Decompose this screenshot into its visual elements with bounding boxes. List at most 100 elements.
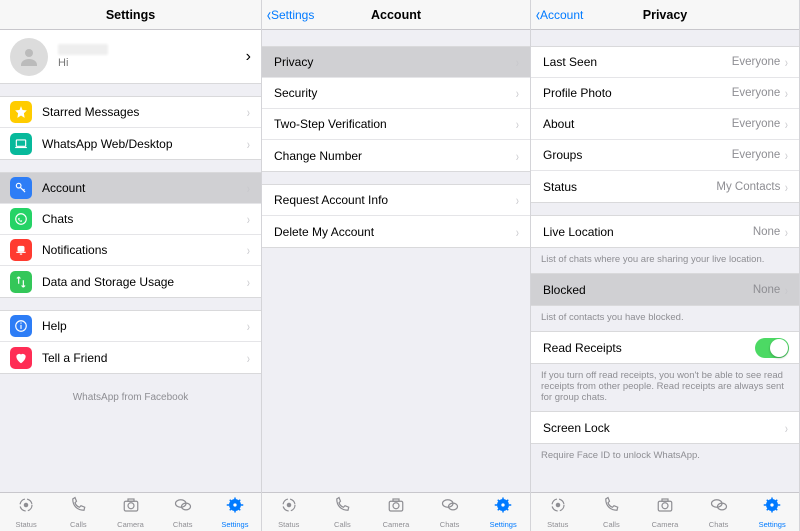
chevron-left-icon: ‹ <box>267 6 271 24</box>
tab-camera[interactable]: Camera <box>104 493 156 531</box>
tab-label: Camera <box>652 520 679 529</box>
row-label: Blocked <box>543 283 753 297</box>
row-read-receipts[interactable]: Read Receipts <box>531 332 799 363</box>
tabbar: Status Calls Camera Chats Settings <box>262 492 530 531</box>
tab-status[interactable]: Status <box>0 493 52 531</box>
row-value: None <box>753 284 781 296</box>
chevron-right-icon: › <box>247 318 250 334</box>
tab-calls[interactable]: Calls <box>585 493 639 531</box>
tabbar: Status Calls Camera Chats Settings <box>0 492 261 531</box>
row-screen-lock[interactable]: Screen Lock › <box>531 412 799 443</box>
chevron-left-icon: ‹ <box>536 6 540 24</box>
tab-label: Status <box>15 520 36 529</box>
tab-label: Chats <box>173 520 193 529</box>
profile-text: Hi <box>58 44 108 69</box>
gear-icon <box>494 496 512 519</box>
row-delete[interactable]: Delete My Account › <box>262 216 530 247</box>
navbar: ‹ Settings Account <box>262 0 530 30</box>
back-label: Account <box>540 8 583 22</box>
section-note: Require Face ID to unlock WhatsApp. <box>531 444 799 469</box>
row-value: My Contacts <box>716 181 780 193</box>
profile-status: Hi <box>58 57 108 69</box>
chevron-right-icon: › <box>516 85 519 101</box>
row-label: Two-Step Verification <box>274 117 515 131</box>
tab-settings-tab[interactable]: Settings <box>476 493 530 531</box>
privacy-scroll[interactable]: Last Seen Everyone › Profile Photo Every… <box>531 30 799 492</box>
chatbubbles-icon <box>441 496 459 519</box>
phone-icon <box>333 496 351 519</box>
profile-row[interactable]: Hi › <box>0 30 261 84</box>
row-value: Everyone <box>732 149 781 161</box>
row-notifications[interactable]: Notifications › <box>0 235 261 266</box>
camera-icon <box>656 496 674 519</box>
tab-settings-tab[interactable]: Settings <box>745 493 799 531</box>
tab-label: Status <box>547 520 568 529</box>
row-help[interactable]: Help › <box>0 311 261 342</box>
settings-pane: Settings Hi › Starred Messages › WhatsAp… <box>0 0 262 531</box>
row-twostep[interactable]: Two-Step Verification › <box>262 109 530 140</box>
row-status[interactable]: Status My Contacts › <box>531 171 799 202</box>
tab-status[interactable]: Status <box>531 493 585 531</box>
tab-chats-tab[interactable]: Chats <box>692 493 746 531</box>
chevron-right-icon: › <box>516 54 519 70</box>
row-data[interactable]: Data and Storage Usage › <box>0 266 261 297</box>
avatar <box>10 38 48 76</box>
back-button[interactable]: ‹ Settings <box>266 6 314 24</box>
row-account[interactable]: Account › <box>0 173 261 204</box>
row-value: Everyone <box>732 87 781 99</box>
chevron-right-icon: › <box>785 54 788 70</box>
tab-chats-tab[interactable]: Chats <box>157 493 209 531</box>
row-blocked[interactable]: Blocked None › <box>531 274 799 305</box>
page-title: Settings <box>106 8 155 22</box>
page-title: Account <box>371 8 421 22</box>
tab-status[interactable]: Status <box>262 493 316 531</box>
row-label: Change Number <box>274 149 515 163</box>
chevron-right-icon: › <box>247 180 250 196</box>
row-label: Starred Messages <box>42 105 246 119</box>
chevron-right-icon: › <box>785 116 788 132</box>
chevron-right-icon: › <box>516 148 519 164</box>
tab-calls[interactable]: Calls <box>52 493 104 531</box>
row-label: WhatsApp Web/Desktop <box>42 137 246 151</box>
row-tell[interactable]: Tell a Friend › <box>0 342 261 373</box>
row-security[interactable]: Security › <box>262 78 530 109</box>
row-groups[interactable]: Groups Everyone › <box>531 140 799 171</box>
back-button[interactable]: ‹ Account <box>535 6 583 24</box>
chevron-right-icon: › <box>516 192 519 208</box>
section-note: List of chats where you are sharing your… <box>531 248 799 273</box>
row-reqinfo[interactable]: Request Account Info › <box>262 185 530 216</box>
chevron-right-icon: › <box>247 211 250 227</box>
tab-settings-tab[interactable]: Settings <box>209 493 261 531</box>
tab-calls[interactable]: Calls <box>316 493 370 531</box>
row-privacy[interactable]: Privacy › <box>262 47 530 78</box>
row-webdesktop[interactable]: WhatsApp Web/Desktop › <box>0 128 261 159</box>
navbar: Settings <box>0 0 261 30</box>
row-live-location[interactable]: Live Location None › <box>531 216 799 247</box>
row-label: Delete My Account <box>274 225 515 239</box>
info-icon <box>10 315 32 337</box>
profile-name-redacted <box>58 44 108 55</box>
tabbar: Status Calls Camera Chats Settings <box>531 492 799 531</box>
row-about[interactable]: About Everyone › <box>531 109 799 140</box>
row-profilephoto[interactable]: Profile Photo Everyone › <box>531 78 799 109</box>
row-chats[interactable]: Chats › <box>0 204 261 235</box>
row-label: Groups <box>543 148 732 162</box>
section-note: If you turn off read receipts, you won't… <box>531 364 799 411</box>
row-starred[interactable]: Starred Messages › <box>0 97 261 128</box>
tab-label: Camera <box>383 520 410 529</box>
heart-icon <box>10 347 32 369</box>
phone-icon <box>602 496 620 519</box>
tab-camera[interactable]: Camera <box>638 493 692 531</box>
camera-icon <box>387 496 405 519</box>
row-changenum[interactable]: Change Number › <box>262 140 530 171</box>
tab-camera[interactable]: Camera <box>369 493 423 531</box>
chevron-right-icon: › <box>516 116 519 132</box>
tab-chats-tab[interactable]: Chats <box>423 493 477 531</box>
chevron-right-icon: › <box>247 350 250 366</box>
row-lastseen[interactable]: Last Seen Everyone › <box>531 47 799 78</box>
settings-scroll[interactable]: Hi › Starred Messages › WhatsApp Web/Des… <box>0 30 261 492</box>
account-scroll[interactable]: Privacy › Security › Two-Step Verificati… <box>262 30 530 492</box>
row-label: Profile Photo <box>543 86 732 100</box>
gear-icon <box>763 496 781 519</box>
read-receipts-toggle[interactable] <box>755 338 789 358</box>
